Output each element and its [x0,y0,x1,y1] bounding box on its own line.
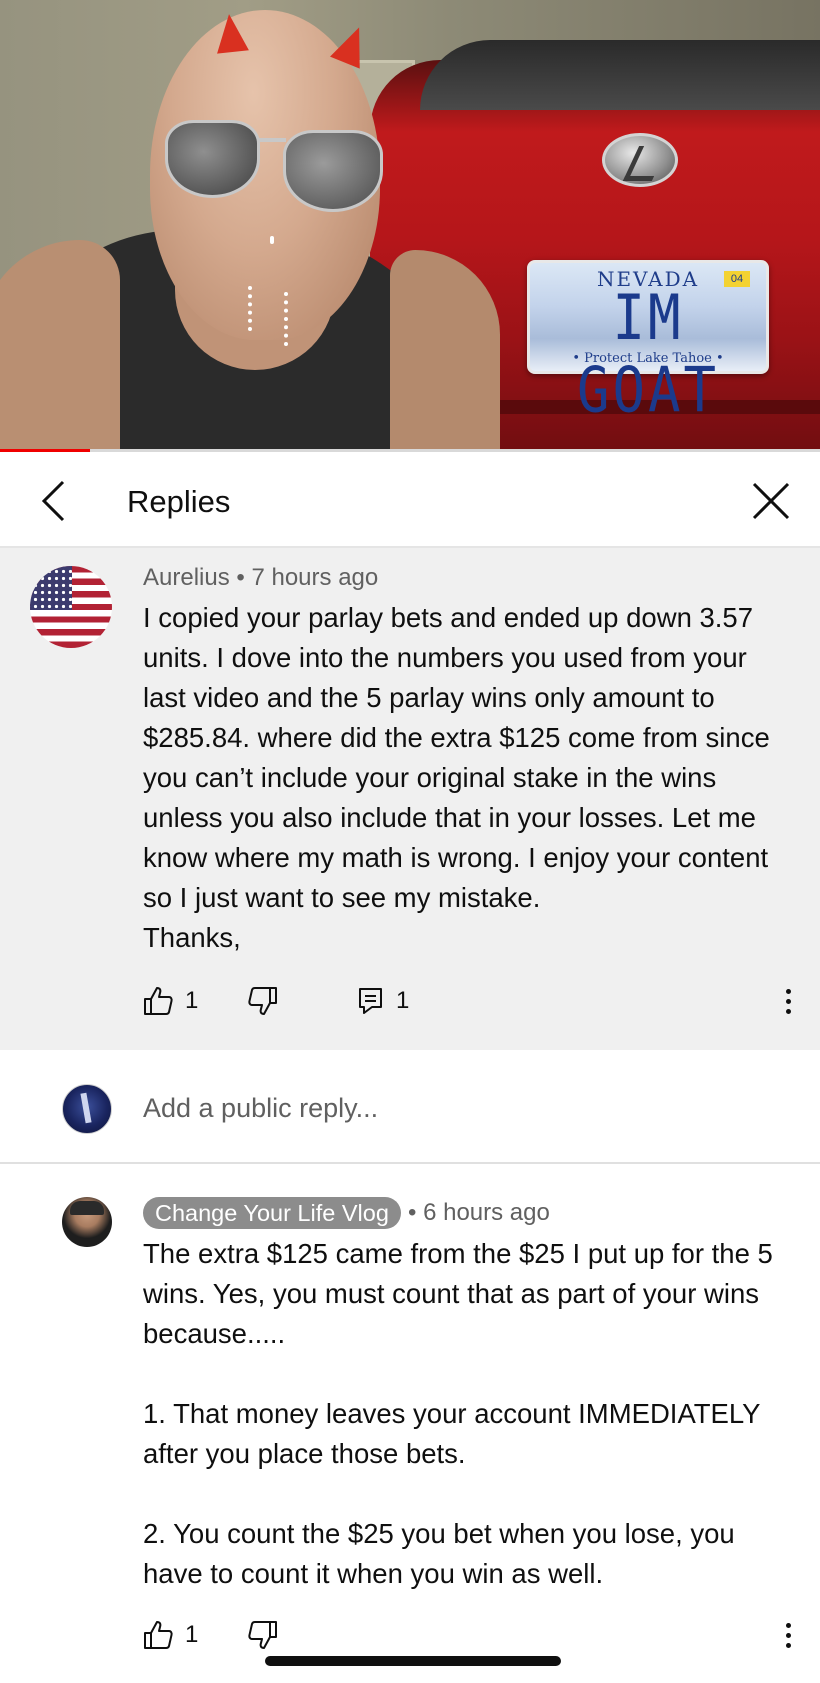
sunglasses-left-lens [165,120,260,198]
reply-text: The extra $125 came from the $25 I put u… [143,1238,773,1589]
sunglasses-right-lens [283,130,383,212]
creator-author-badge[interactable]: Change Your Life Vlog [143,1197,401,1229]
reply-actions: 1 [143,1615,803,1655]
reply-comment: Change Your Life Vlog • 6 hours ago The … [0,1164,820,1683]
reply-avatar[interactable] [62,1197,112,1247]
drool-doodle [248,286,252,331]
reply-time: • 6 hours ago [408,1199,550,1227]
like-button[interactable]: 1 [143,981,198,1021]
comment-actions: 1 1 [143,981,803,1021]
back-button[interactable] [30,474,84,528]
dislike-button[interactable] [248,981,278,1021]
reply-input[interactable] [143,1080,773,1136]
meta-separator: • [236,564,252,591]
more-dot-icon [785,998,791,1004]
thumbs-down-icon [248,987,277,1015]
replies-header: Replies [0,454,820,548]
comment-text: I copied your parlay bets and ended up d… [143,602,770,953]
like-button[interactable]: 1 [143,1615,198,1655]
sunglasses-bridge [258,138,286,142]
reply-button[interactable]: 1 [358,981,409,1021]
page-title: Replies [127,484,231,519]
comment-meta: Aurelius • 7 hours ago [143,564,378,592]
add-reply-bar [0,1050,820,1164]
reply-time-text: 6 hours ago [423,1199,550,1226]
thumbs-down-icon [248,1621,277,1649]
reply-comment-icon [359,988,382,1014]
comment-author[interactable]: Aurelius [143,564,230,591]
car-logo [602,133,678,187]
more-options-button[interactable] [773,1615,803,1655]
chevron-left-icon [41,480,65,522]
my-avatar [62,1084,112,1134]
devil-horn-left-icon [213,12,249,54]
person-shoulder-left [0,240,120,452]
like-count: 1 [185,1621,199,1648]
plate-subtitle: • Protect Lake Tahoe • [572,351,724,366]
avatar[interactable] [30,566,112,648]
parent-comment: Aurelius • 7 hours ago I copied your par… [0,548,820,1050]
video-car-window [420,40,820,110]
video-player[interactable]: NEVADA 04 IM GOAT • Protect Lake Tahoe • [0,0,820,452]
like-count: 1 [185,987,199,1014]
more-options-button[interactable] [773,981,803,1021]
close-icon [752,482,790,520]
reply-count: 1 [396,987,410,1014]
thumbs-up-icon [144,987,173,1015]
thumbs-up-icon [144,1621,173,1649]
home-indicator[interactable] [265,1656,561,1666]
drool-doodle [284,292,288,346]
more-dot-icon [785,988,791,994]
meta-separator: • [408,1199,424,1226]
video-progress-bar[interactable] [0,449,820,452]
more-dot-icon [785,1632,791,1638]
close-button[interactable] [744,474,798,528]
dislike-button[interactable] [248,1615,278,1655]
drool-doodle [270,236,274,244]
flag-canton [30,566,72,610]
comment-time: 7 hours ago [251,564,379,591]
license-plate: NEVADA 04 IM GOAT • Protect Lake Tahoe • [527,260,769,426]
video-progress-fill [0,449,91,452]
more-dot-icon [785,1008,791,1014]
more-dot-icon [785,1642,791,1648]
more-dot-icon [785,1622,791,1628]
